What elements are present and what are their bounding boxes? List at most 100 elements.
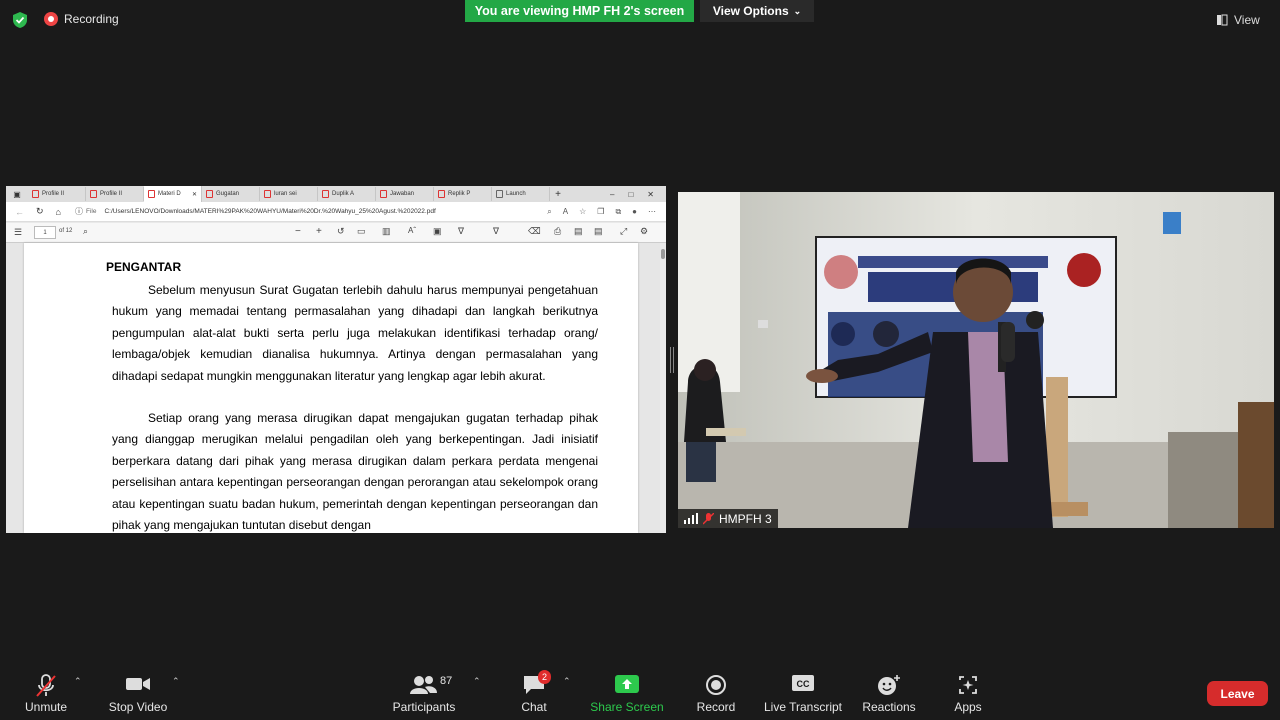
pdf-icon xyxy=(322,190,329,198)
share-screen-icon xyxy=(615,675,639,693)
chat-options-caret-icon[interactable]: ⌃ xyxy=(563,676,571,687)
draw-icon[interactable]: ∇ xyxy=(458,226,464,237)
browser-tab[interactable]: Duplik A xyxy=(318,187,376,201)
unmute-label: Unmute xyxy=(24,700,68,714)
apps-label: Apps xyxy=(954,700,982,714)
split-handle[interactable] xyxy=(670,347,674,373)
recording-label: Recording xyxy=(64,12,119,26)
rotate-icon[interactable]: ↺ xyxy=(337,226,345,237)
browser-tab[interactable]: Launch xyxy=(492,187,550,201)
share-screen-button[interactable]: Share Screen xyxy=(588,670,666,716)
view-button[interactable]: View xyxy=(1216,10,1260,30)
close-tab-icon[interactable]: ✕ xyxy=(192,191,197,198)
save-icon[interactable]: ▤ xyxy=(574,226,583,237)
page-view-icon[interactable]: ▥ xyxy=(382,226,391,237)
new-tab-icon[interactable]: + xyxy=(550,189,566,200)
video-frame xyxy=(678,192,1274,528)
print-icon[interactable]: ⎙ xyxy=(554,226,561,237)
highlight-icon[interactable]: ∇ xyxy=(493,226,499,237)
unmute-button[interactable]: Unmute xyxy=(16,670,76,716)
browser-tab[interactable]: Profile II xyxy=(86,187,144,201)
chat-unread-badge: 2 xyxy=(538,670,552,684)
pdf-toolbar: ☰ 1 of 12 ⌕ − + ↺ ▭ ▥ Aˆ ▣ ∇ ∇ ⌫ ⎙ ▤ ▤ ⤢… xyxy=(6,223,666,243)
fit-page-icon[interactable]: ▭ xyxy=(357,226,366,237)
maximize-icon[interactable]: □ xyxy=(628,190,633,199)
record-icon xyxy=(706,675,726,695)
extensions-icon[interactable]: ⧉ xyxy=(615,207,621,217)
minimize-icon[interactable]: – xyxy=(610,190,614,199)
close-window-icon[interactable]: ✕ xyxy=(647,190,654,199)
muted-mic-icon xyxy=(703,512,714,524)
browser-tab[interactable]: luran sei xyxy=(260,187,318,201)
participants-label: Participants xyxy=(392,700,456,714)
tab-actions-icon[interactable]: ▣ xyxy=(6,190,28,199)
stop-video-button[interactable]: Stop Video xyxy=(104,670,172,716)
zoom-out-icon[interactable]: − xyxy=(295,226,301,237)
viewing-screen-banner: You are viewing HMP FH 2's screen xyxy=(465,0,694,22)
back-icon[interactable]: ← xyxy=(15,207,24,217)
record-button[interactable]: Record xyxy=(690,670,742,716)
participants-options-caret-icon[interactable]: ⌃ xyxy=(473,676,481,687)
chevron-down-icon: ⌄ xyxy=(793,5,802,16)
pdf-icon xyxy=(206,190,213,198)
chat-label: Chat xyxy=(521,700,547,714)
pdf-icon xyxy=(380,190,387,198)
pdf-scrollbar[interactable] xyxy=(660,243,666,533)
browser-tab[interactable]: Jawaban xyxy=(376,187,434,201)
favorite-icon[interactable]: ☆ xyxy=(579,207,586,217)
document-paragraph-2: Setiap orang yang merasa dirugikan dapat… xyxy=(112,411,598,532)
page-number-input[interactable]: 1 xyxy=(34,226,56,239)
browser-tab[interactable]: Replik P xyxy=(434,187,492,201)
browser-tab[interactable]: Profile II xyxy=(28,187,86,201)
browser-tab-active[interactable]: Materi D ✕ xyxy=(144,186,202,202)
page-total: of 12 xyxy=(59,228,73,234)
participants-count: 87 xyxy=(440,675,453,687)
fullscreen-icon[interactable]: ⤢ xyxy=(620,226,627,237)
view-options-button[interactable]: View Options ⌄ xyxy=(700,0,814,22)
scrollbar-thumb[interactable] xyxy=(661,249,665,259)
erase-icon[interactable]: ⌫ xyxy=(528,226,541,237)
security-shield-icon[interactable] xyxy=(12,11,28,29)
save-as-icon[interactable]: ▤ xyxy=(594,226,603,237)
view-options-label: View Options xyxy=(712,4,789,18)
chat-button[interactable]: 2 Chat xyxy=(510,670,558,716)
refresh-icon[interactable]: ↻ xyxy=(36,206,44,217)
pdf-viewer[interactable]: PENGANTAR Sebelum menyusun Surat Gugatan… xyxy=(6,243,666,533)
audio-options-caret-icon[interactable]: ⌃ xyxy=(74,676,82,687)
pdf-icon xyxy=(438,190,445,198)
browser-tab[interactable]: Gugatan xyxy=(202,187,260,201)
leave-button[interactable]: Leave xyxy=(1207,681,1268,706)
participant-video[interactable] xyxy=(678,192,1274,528)
zoom-icon[interactable]: ⌕ xyxy=(547,207,551,217)
read-aloud-pdf-icon[interactable]: Aˆ xyxy=(408,226,416,235)
participants-icon xyxy=(410,676,437,694)
read-aloud-icon[interactable]: A xyxy=(563,207,568,217)
pdf-icon xyxy=(32,190,39,198)
browser-tab-strip: ▣ Profile II Profile II Materi D ✕ Gugata… xyxy=(6,186,666,202)
view-label: View xyxy=(1234,13,1260,27)
apps-icon xyxy=(959,676,977,694)
home-icon[interactable]: ⌂ xyxy=(56,207,61,217)
reactions-button[interactable]: Reactions xyxy=(860,670,918,716)
zoom-in-icon[interactable]: + xyxy=(316,226,322,237)
muted-microphone-icon xyxy=(36,674,56,697)
more-icon[interactable]: ⋯ xyxy=(648,207,656,217)
pdf-icon xyxy=(90,190,97,198)
live-transcript-button[interactable]: CC Live Transcript xyxy=(762,670,844,716)
profile-avatar-icon[interactable]: ● xyxy=(632,207,637,217)
address-url[interactable]: C:/Users/LENOVO/Downloads/MATERI%29PAK%2… xyxy=(104,208,435,215)
recording-icon xyxy=(44,12,58,26)
shared-screen[interactable]: ▣ Profile II Profile II Materi D ✕ Gugata… xyxy=(6,186,666,533)
participant-name: HMPFH 3 xyxy=(719,511,772,526)
search-icon[interactable]: ⌕ xyxy=(83,226,88,237)
apps-button[interactable]: Apps xyxy=(944,670,992,716)
participants-button[interactable]: 87 Participants xyxy=(388,670,460,716)
contents-icon[interactable]: ☰ xyxy=(14,227,22,238)
text-icon[interactable]: ▣ xyxy=(433,226,442,237)
stop-video-label: Stop Video xyxy=(108,700,168,714)
live-transcript-label: Live Transcript xyxy=(763,700,843,714)
settings-icon[interactable]: ⚙ xyxy=(640,226,648,237)
video-options-caret-icon[interactable]: ⌃ xyxy=(172,676,180,687)
document-paragraph-1: Sebelum menyusun Surat Gugatan terlebih … xyxy=(112,283,598,383)
collections-icon[interactable]: ❐ xyxy=(597,207,604,217)
